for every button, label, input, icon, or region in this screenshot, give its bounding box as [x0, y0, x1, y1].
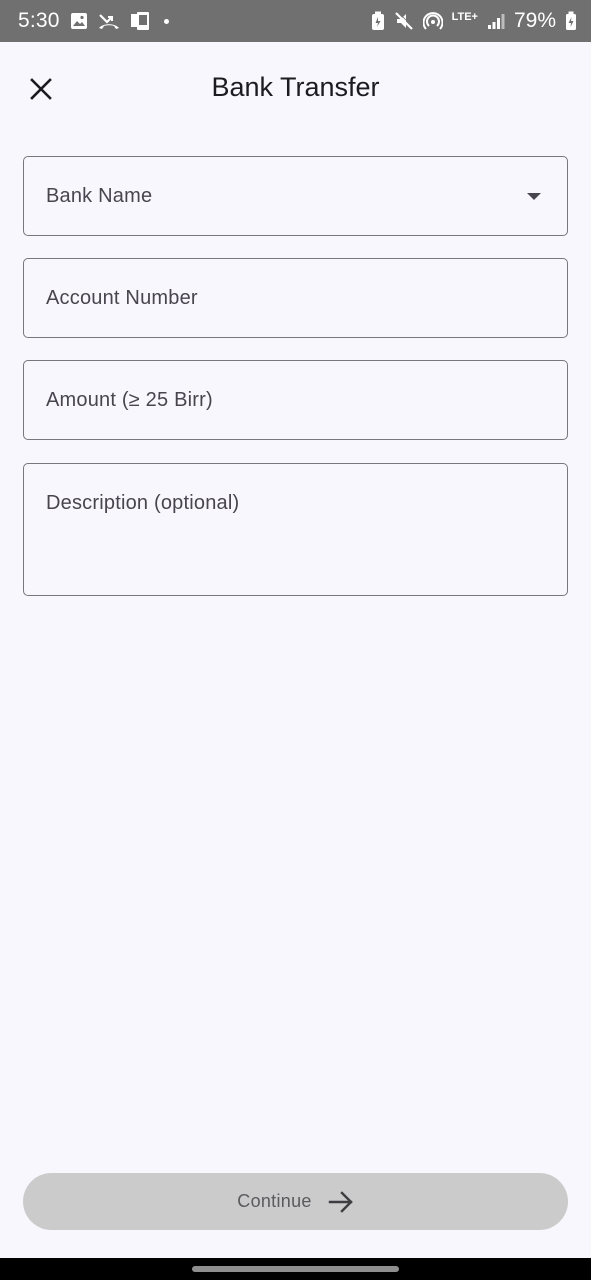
amount-label: Amount (≥ 25 Birr)	[46, 389, 213, 411]
status-right: LTE+ 79%	[371, 9, 577, 33]
lte-indicator: LTE+	[452, 11, 478, 27]
battery-percentage: 79%	[513, 9, 556, 32]
description-field[interactable]: Description (optional)	[23, 463, 568, 596]
status-left: 5:30	[18, 9, 169, 33]
account-number-label: Account Number	[46, 287, 198, 309]
account-number-field[interactable]: Account Number	[23, 258, 568, 338]
missed-call-icon	[98, 12, 120, 30]
battery-icon	[565, 11, 577, 31]
status-bar: 5:30 LTE+ 79%	[0, 0, 591, 42]
hotspot-icon	[422, 11, 443, 31]
page-title: Bank Transfer	[211, 72, 380, 102]
bank-name-label: Bank Name	[46, 185, 153, 207]
arrow-right-icon	[328, 1190, 354, 1213]
home-gesture-handle[interactable]	[192, 1266, 399, 1272]
bank-name-dropdown[interactable]: Bank Name	[23, 156, 568, 236]
navigation-bar	[0, 1258, 591, 1280]
lte-label: LTE+	[451, 10, 478, 23]
status-time: 5:30	[18, 9, 60, 32]
continue-button[interactable]: Continue	[23, 1173, 568, 1230]
signal-icon	[487, 12, 505, 30]
image-icon	[70, 12, 88, 30]
app-header: Bank Transfer	[0, 42, 591, 134]
description-label: Description (optional)	[46, 492, 240, 514]
continue-label: Continue	[237, 1191, 312, 1211]
battery-saver-icon	[371, 11, 385, 31]
device-icon	[130, 11, 152, 31]
dropdown-arrow-icon	[527, 193, 541, 200]
notification-dot-icon	[163, 18, 169, 24]
amount-field[interactable]: Amount (≥ 25 Birr)	[23, 360, 568, 440]
mute-icon	[394, 11, 414, 31]
